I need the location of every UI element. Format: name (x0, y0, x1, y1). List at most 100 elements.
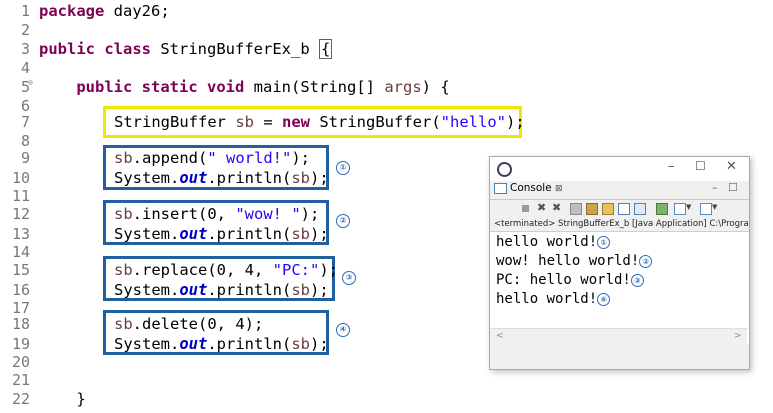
code-line-16[interactable]: System.out.println(sb); (114, 280, 329, 300)
scroll-lock-icon[interactable] (586, 203, 598, 215)
field-out: out (179, 335, 208, 353)
scroll-right-icon[interactable]: > (734, 331, 742, 341)
fold-collapse-icon[interactable]: ⊖ (28, 78, 33, 87)
output-text: hello world! (496, 234, 598, 250)
assign-op: = (254, 113, 282, 131)
var-sb: sb (114, 315, 133, 333)
open-console-icon[interactable] (700, 203, 712, 215)
view-minimize-icon[interactable]: – (712, 181, 718, 194)
statement-end: ); (505, 113, 525, 131)
line-number-12: 12 (11, 205, 30, 223)
maximize-icon[interactable]: ☐ (695, 159, 706, 173)
line-number-gutter: 1 2 3 4 5 6 7 8 9 10 11 12 13 14 15 16 17 18 19 20 21 22 (0, 0, 34, 413)
minimize-icon[interactable]: – (668, 159, 675, 174)
var-sb: sb (291, 169, 310, 187)
show-stderr-icon[interactable] (634, 203, 646, 215)
output-line-2: wow! hello world! ② (496, 253, 653, 269)
field-out: out (179, 169, 208, 187)
keyword-new: new (282, 113, 310, 131)
output-marker-3: ③ (630, 273, 644, 287)
replace-call: .replace(0, 4, (132, 261, 273, 279)
line-number-9: 9 (20, 149, 30, 167)
process-status-label: <terminated> StringBufferEx_b [Java Appl… (494, 219, 749, 229)
code-line-1[interactable]: package day26; (39, 1, 170, 21)
tab-close-icon[interactable]: ⊠ (555, 184, 563, 194)
terminate-icon[interactable] (522, 205, 529, 212)
line-number-16: 16 (11, 281, 30, 299)
line-number-10: 10 (11, 169, 30, 187)
view-tab-bar: Console ⊠ – ☐ (490, 181, 749, 200)
output-marker-2: ② (639, 254, 653, 268)
console-output-area[interactable]: hello world! ① wow! hello world! ② PC: hel… (490, 231, 749, 344)
line-number-15: 15 (11, 261, 30, 279)
pin-console-icon[interactable] (656, 203, 668, 215)
view-maximize-icon[interactable]: ☐ (728, 181, 738, 194)
var-sb: sb (235, 113, 254, 131)
horizontal-scrollbar[interactable]: < > (490, 328, 747, 344)
line-number-3: 3 (20, 40, 30, 58)
method-signature-end: ) { (421, 78, 450, 96)
output-line-1: hello world! ① (496, 234, 611, 250)
system-class: System. (114, 169, 180, 187)
statement-end: ); (310, 225, 329, 243)
remove-launch-icon[interactable]: ✖ (537, 201, 547, 214)
statement-end: ); (300, 205, 320, 223)
code-line-10[interactable]: System.out.println(sb); (114, 168, 329, 188)
output-marker-1: ① (597, 235, 611, 249)
keyword-static: static (141, 78, 198, 96)
code-line-9[interactable]: sb.append(" world!"); (114, 148, 310, 168)
output-text: hello world! (496, 291, 598, 307)
package-name: day26; (104, 2, 170, 20)
console-toolbar: ✖ ✖ ▼ ▼ (490, 200, 749, 218)
output-line-3: PC: hello world! ③ (496, 272, 644, 288)
close-icon[interactable]: ✕ (726, 159, 737, 174)
keyword-class: class (104, 40, 152, 58)
var-sb: sb (114, 149, 133, 167)
var-sb: sb (291, 281, 310, 299)
code-line-12[interactable]: sb.insert(0, "wow! "); (114, 204, 319, 224)
var-sb: sb (291, 225, 310, 243)
system-class: System. (114, 281, 180, 299)
code-line-7[interactable]: StringBuffer sb = new StringBuffer("hell… (114, 112, 525, 132)
delete-call: .delete(0, 4); (132, 315, 264, 333)
line-number-22: 22 (11, 390, 30, 408)
remove-all-icon[interactable]: ✖ (552, 201, 562, 214)
matched-brace: { (319, 39, 333, 59)
line-number-18: 18 (11, 315, 30, 333)
println-call: .println( (207, 281, 292, 299)
output-text: PC: hello world! (496, 272, 631, 288)
console-icon (494, 182, 507, 194)
class-name: StringBufferEx_b (151, 40, 319, 58)
display-console-icon[interactable] (674, 203, 686, 215)
statement-end: ); (310, 281, 329, 299)
output-marker-4: ④ (597, 292, 611, 306)
line-number-21: 21 (11, 371, 30, 389)
eclipse-logo-icon (497, 162, 512, 177)
open-console-dropdown-icon[interactable]: ▼ (712, 203, 722, 213)
output-line-4: hello world! ④ (496, 291, 611, 307)
display-console-dropdown-icon[interactable]: ▼ (686, 203, 696, 213)
code-line-3[interactable]: public class StringBufferEx_b { (39, 39, 333, 59)
tab-console[interactable]: Console ⊠ (494, 182, 563, 194)
line-number-1: 1 (20, 2, 30, 20)
code-line-15[interactable]: sb.replace(0, 4, "PC:"); (114, 260, 338, 280)
keyword-package: package (39, 2, 105, 20)
insert-call: .insert(0, (132, 205, 236, 223)
show-stdout-icon[interactable] (618, 203, 630, 215)
code-line-5[interactable]: public static void main(String[] args) { (39, 77, 450, 97)
word-wrap-icon[interactable] (602, 203, 614, 215)
code-line-22[interactable]: } (39, 389, 85, 409)
code-line-19[interactable]: System.out.println(sb); (114, 334, 329, 354)
println-call: .println( (207, 225, 292, 243)
system-class: System. (114, 335, 180, 353)
line-number-7: 7 (20, 113, 30, 131)
param-args: args (384, 78, 422, 96)
code-line-13[interactable]: System.out.println(sb); (114, 224, 329, 244)
console-window[interactable]: – ☐ ✕ Console ⊠ – ☐ ✖ ✖ ▼ ▼ <terminated>… (489, 156, 750, 370)
marker-2: ② (336, 214, 350, 228)
code-line-18[interactable]: sb.delete(0, 4); (114, 314, 263, 334)
method-signature: main(String[] (244, 78, 385, 96)
window-titlebar[interactable]: – ☐ ✕ (490, 157, 749, 181)
clear-console-icon[interactable] (570, 203, 582, 215)
scroll-left-icon[interactable]: < (496, 331, 504, 341)
